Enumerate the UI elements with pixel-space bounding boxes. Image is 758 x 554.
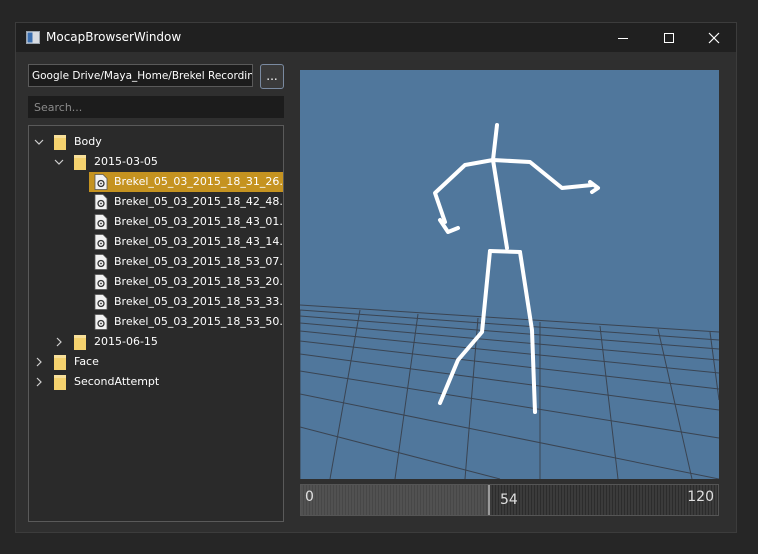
- timeline-current-label: 54: [500, 492, 518, 508]
- tree-item-2015-03-05[interactable]: 2015-03-05: [29, 152, 283, 172]
- tree-item-secondattempt[interactable]: SecondAttempt: [29, 372, 283, 392]
- path-field[interactable]: [28, 64, 253, 87]
- chevron-right-icon: [56, 337, 62, 347]
- file-label: Brekel_05_03_2015_18_43_14.fbx: [114, 235, 284, 248]
- tree-file-item[interactable]: Brekel_05_03_2015_18_53_20.fbx: [29, 272, 283, 292]
- file-label: Brekel_05_03_2015_18_53_07.fbx: [114, 255, 284, 268]
- tree-item-face[interactable]: Face: [29, 352, 283, 372]
- chevron-down-icon: [34, 139, 44, 145]
- folder-icon: [54, 135, 66, 150]
- tree-item-label: 2015-06-15: [94, 335, 158, 348]
- tree-item-label: Body: [74, 135, 102, 148]
- folder-icon: [74, 155, 86, 170]
- tree-file-item[interactable]: Brekel_05_03_2015_18_53_50.fbx: [29, 312, 283, 332]
- file-tree[interactable]: Body 2015-03-05 Brekel_05_03_2015_18_31_…: [28, 125, 284, 522]
- tree-item-label: Face: [74, 355, 99, 368]
- ground-grid: [300, 304, 719, 479]
- fbx-file-icon: [94, 174, 108, 190]
- timeline-max-label: 120: [687, 489, 714, 505]
- close-icon: [708, 32, 720, 43]
- folder-icon: [74, 335, 86, 350]
- tree-file-item[interactable]: Brekel_05_03_2015_18_53_33.fbx: [29, 292, 283, 312]
- app-icon: [26, 31, 40, 44]
- tree-item-2015-06-15[interactable]: 2015-06-15: [29, 332, 283, 352]
- chevron-right-icon: [36, 377, 42, 387]
- window-title: MocapBrowserWindow: [46, 30, 182, 44]
- fbx-file-icon: [94, 314, 108, 330]
- tree-item-label: SecondAttempt: [74, 375, 160, 388]
- file-label: Brekel_05_03_2015_18_43_01.fbx: [114, 215, 284, 228]
- file-label: Brekel_05_03_2015_18_53_20.fbx: [114, 275, 284, 288]
- timeline-played-region: [301, 485, 489, 515]
- maximize-button[interactable]: [646, 23, 692, 52]
- timeline-min-label: 0: [305, 489, 314, 505]
- tree-file-item[interactable]: Brekel_05_03_2015_18_31_26.fbx: [29, 172, 283, 192]
- chevron-down-icon: [54, 159, 64, 165]
- fbx-file-icon: [94, 234, 108, 250]
- file-label: Brekel_05_03_2015_18_53_33.fbx: [114, 295, 284, 308]
- fbx-file-icon: [94, 254, 108, 270]
- tree-item-body[interactable]: Body: [29, 132, 283, 152]
- chevron-right-icon: [36, 357, 42, 367]
- minimize-icon: [618, 37, 628, 39]
- skeleton: [433, 123, 600, 414]
- fbx-file-icon: [94, 214, 108, 230]
- viewport-scene: [300, 123, 719, 479]
- close-button[interactable]: [691, 23, 737, 52]
- minimize-button[interactable]: [600, 23, 646, 52]
- tree-file-item[interactable]: Brekel_05_03_2015_18_43_14.fbx: [29, 232, 283, 252]
- mocap-browser-window: MocapBrowserWindow ... Body 2015-03-05: [15, 22, 737, 533]
- file-label: Brekel_05_03_2015_18_42_48.fbx: [114, 195, 284, 208]
- title-bar[interactable]: MocapBrowserWindow: [16, 23, 736, 52]
- tree-file-item[interactable]: Brekel_05_03_2015_18_53_07.fbx: [29, 252, 283, 272]
- tree-file-item[interactable]: Brekel_05_03_2015_18_42_48.fbx: [29, 192, 283, 212]
- folder-icon: [54, 375, 66, 390]
- file-label: Brekel_05_03_2015_18_31_26.fbx: [114, 175, 284, 188]
- timeline-slider[interactable]: 0 54 120: [300, 484, 719, 516]
- fbx-file-icon: [94, 294, 108, 310]
- tree-item-label: 2015-03-05: [94, 155, 158, 168]
- 3d-viewport[interactable]: [300, 70, 719, 479]
- file-label: Brekel_05_03_2015_18_53_50.fbx: [114, 315, 284, 328]
- search-input[interactable]: [28, 96, 284, 118]
- maximize-icon: [664, 32, 674, 43]
- browse-button[interactable]: ...: [260, 64, 284, 89]
- folder-icon: [54, 355, 66, 370]
- tree-file-item[interactable]: Brekel_05_03_2015_18_43_01.fbx: [29, 212, 283, 232]
- fbx-file-icon: [94, 274, 108, 290]
- fbx-file-icon: [94, 194, 108, 210]
